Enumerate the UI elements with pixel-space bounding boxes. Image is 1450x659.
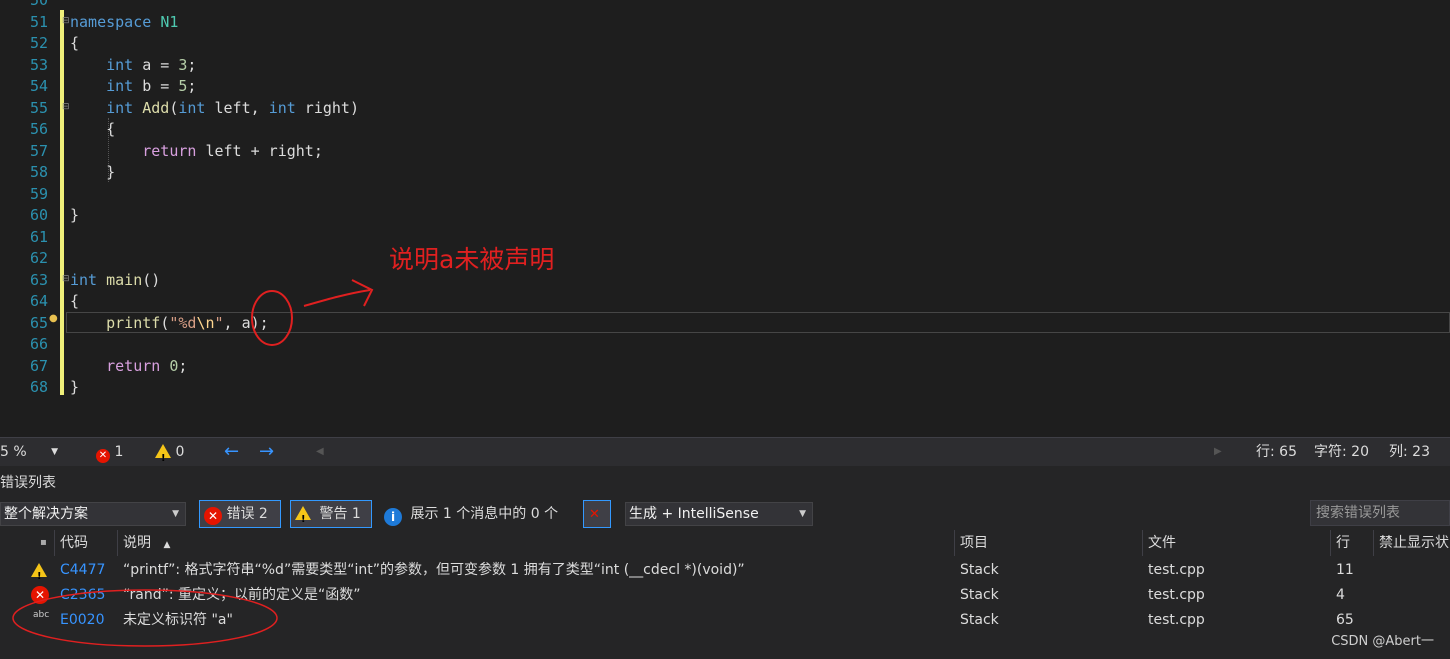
build-filter-value: 生成 + IntelliSense: [629, 506, 759, 522]
error-project: Stack: [960, 562, 999, 578]
column-separator: [954, 530, 955, 556]
annotation-arrow: [303, 279, 374, 307]
chevron-down-icon: ▼: [799, 509, 806, 519]
column-header-project[interactable]: 项目: [960, 530, 988, 556]
scroll-left-icon[interactable]: ◀: [316, 438, 324, 466]
error-file: test.cpp: [1148, 587, 1205, 603]
messages-filter-label: 展示 1 个消息中的 0 个: [410, 506, 559, 522]
zoom-dropdown[interactable]: 5 % ▼: [0, 438, 62, 466]
annotation-circle: [12, 589, 278, 647]
watermark: CSDN @Abert一: [1331, 634, 1434, 649]
chevron-down-icon: ▼: [51, 447, 58, 457]
error-line: 11: [1336, 562, 1354, 578]
error-file: test.cpp: [1148, 562, 1205, 578]
annotation-circle: [251, 290, 293, 346]
build-filter-dropdown[interactable]: 生成 + IntelliSense ▼: [625, 502, 813, 526]
column-indicator: 列: 23: [1389, 444, 1430, 460]
error-line: 4: [1336, 587, 1345, 603]
arrow-right-icon[interactable]: →: [259, 438, 274, 466]
column-header-suppress[interactable]: 禁止显示状: [1379, 530, 1449, 556]
warnings-filter-label: 警告 1: [319, 506, 361, 522]
messages-filter-button[interactable]: i 展示 1 个消息中的 0 个: [384, 500, 558, 528]
column-header-file[interactable]: 文件: [1148, 530, 1176, 556]
filter-icon: ✕: [589, 507, 600, 522]
column-separator: [1373, 530, 1374, 556]
error-file: test.cpp: [1148, 612, 1205, 628]
code-editor[interactable]: 50 51 namespace N1 52{53 int a = 3; 54 int b…: [0, 0, 1450, 437]
annotation-drawing: [12, 589, 278, 647]
filter-toggle-button[interactable]: ✕: [583, 500, 611, 528]
warning-count[interactable]: 0: [155, 438, 185, 473]
warning-count-value: 0: [175, 444, 185, 460]
annotation-drawing: [251, 279, 374, 346]
error-project: Stack: [960, 587, 999, 603]
error-project: Stack: [960, 612, 999, 628]
line-indicator: 行: 65: [1256, 444, 1297, 460]
char-indicator: 字符: 20: [1314, 444, 1369, 460]
error-count-value: 1: [114, 444, 124, 460]
scroll-right-icon[interactable]: ▶: [1214, 438, 1222, 466]
editor-status-bar: 5 % ▼ ✕ 1 0 ← → ◀ ▶ 行: 65 字符: 20 列: 23: [0, 437, 1450, 473]
zoom-value: 5 %: [0, 444, 27, 460]
column-separator: [1330, 530, 1331, 556]
warning-icon: [155, 444, 171, 473]
error-count[interactable]: ✕ 1: [96, 438, 123, 466]
column-separator: [1142, 530, 1143, 556]
error-list-panel: 错误列表 整个解决方案 ▼ ✕ 错误 2 警告 1 i 展示 1 个消息中的 0…: [0, 466, 1450, 659]
arrow-left-icon[interactable]: ←: [224, 438, 239, 466]
info-icon: i: [384, 508, 402, 526]
error-icon: ✕: [96, 449, 110, 463]
warnings-filter-button[interactable]: 警告 1: [290, 500, 372, 533]
column-header-line[interactable]: 行: [1336, 530, 1350, 556]
search-error-list-input[interactable]: 搜索错误列表: [1310, 500, 1450, 526]
